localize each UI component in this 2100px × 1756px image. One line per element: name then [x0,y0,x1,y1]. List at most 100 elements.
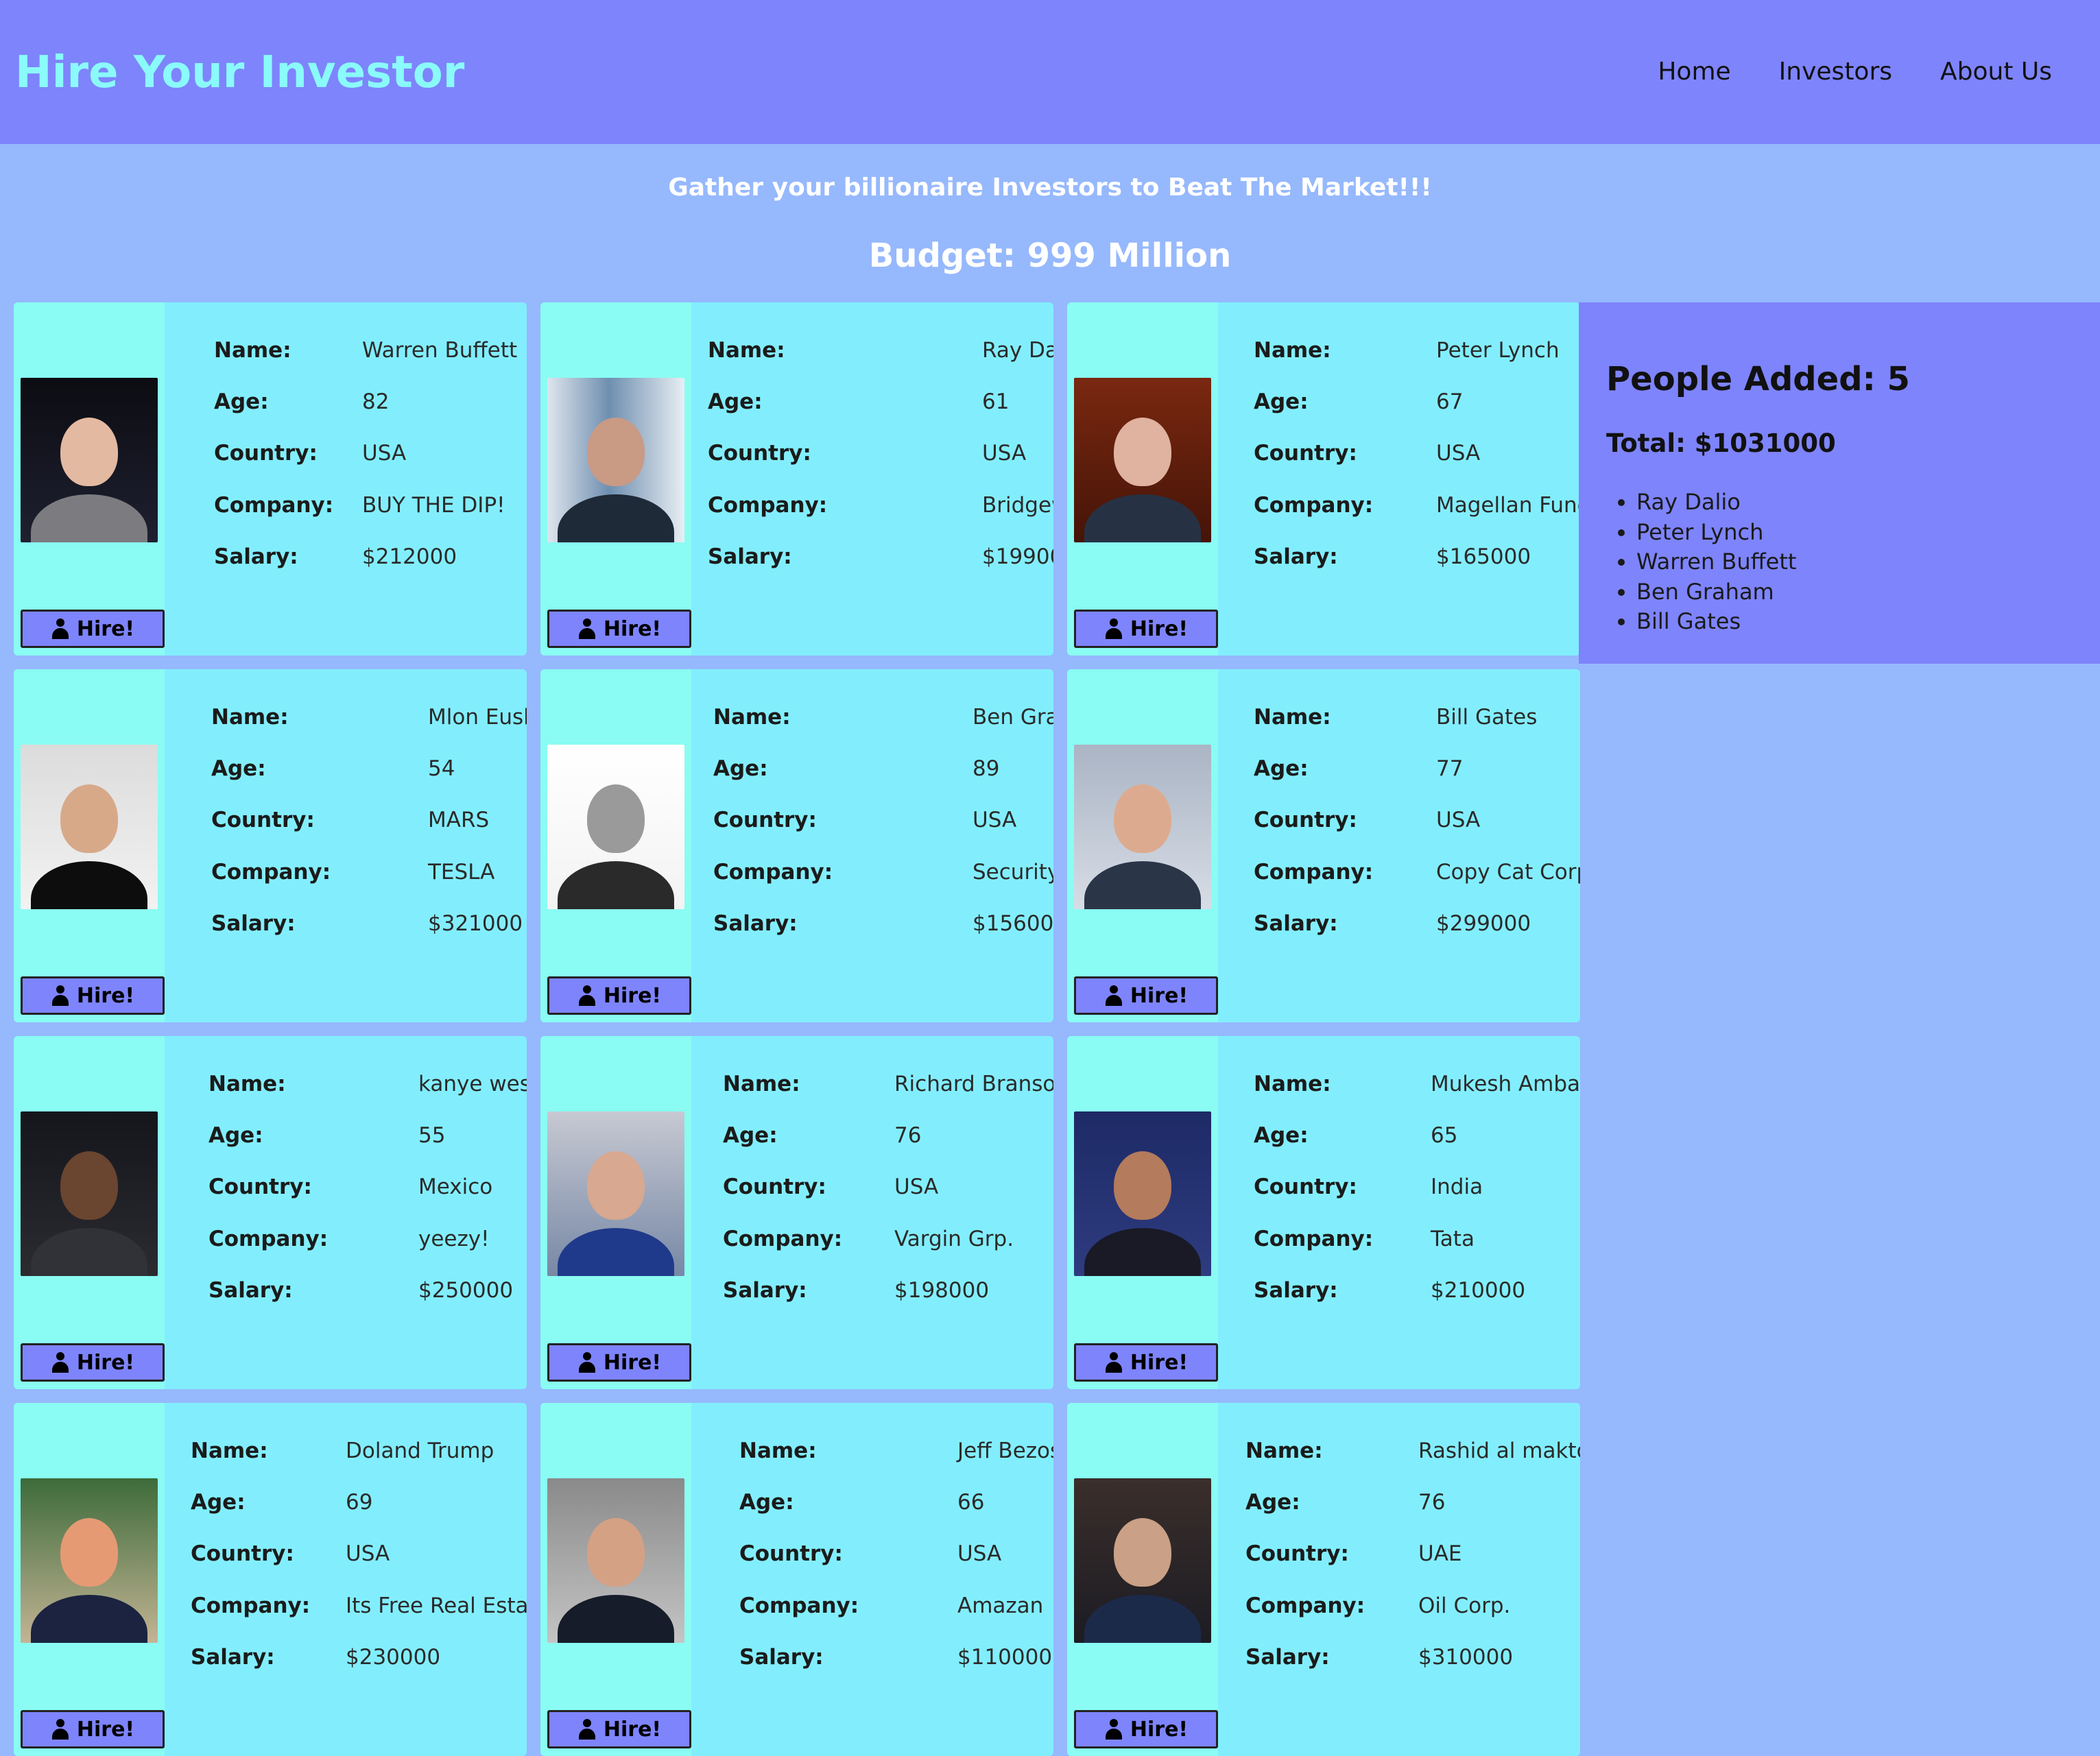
country-label: Country: [713,808,817,832]
hire-button[interactable]: Hire! [1074,610,1218,648]
name-value: Doland Trump [346,1439,494,1463]
name-label: Name: [713,705,791,730]
age-value: 67 [1436,389,1464,414]
salary-label: Salary: [713,911,798,936]
user-tie-icon [577,1352,597,1373]
hired-total-salary: Total: $1031000 [1606,429,1836,458]
investor-photo [21,745,158,909]
country-label: Country: [1254,808,1357,832]
country-label: Country: [191,1541,294,1566]
investor-photo-column [540,1036,691,1389]
name-value: Rashid al maktoum [1418,1439,1580,1463]
investor-card: Name: Doland Trump Age: 69 Country: USA Compan… [14,1403,527,1756]
country-label: Country: [214,441,318,466]
hire-button-label: Hire! [603,616,662,641]
investor-card: Name: Jeff Bezos Age: 66 Country: USA Company:… [540,1403,1053,1756]
company-value: Oil Corp. [1418,1593,1511,1618]
country-label: Country: [739,1541,843,1566]
investor-photo [1074,745,1211,909]
company-value: TESLA [428,860,495,885]
age-label: Age: [208,1123,263,1148]
hire-button[interactable]: Hire! [547,976,691,1015]
budget-heading: Budget: 999 Million [868,237,1232,275]
company-value: Vargin Grp. [894,1227,1014,1251]
investor-photo-column [1067,1403,1218,1756]
investor-photo [547,378,684,542]
age-value: 76 [1418,1490,1446,1515]
name-label: Name: [708,338,785,363]
name-label: Name: [723,1072,800,1096]
country-value: USA [346,1541,390,1566]
investor-photo [1074,1111,1211,1276]
age-label: Age: [739,1490,794,1515]
investor-card: Name: Ray Dalio Age: 61 Country: USA Company: B… [540,302,1053,656]
company-value: BUY THE DIP! [362,493,505,518]
salary-value: $165000 [1436,544,1531,569]
investor-photo [21,1111,158,1276]
hire-button[interactable]: Hire! [1074,1343,1218,1382]
user-tie-icon [51,1352,70,1373]
hire-button-label: Hire! [76,616,135,641]
investor-photo [547,1111,684,1276]
country-value: USA [973,808,1017,832]
hire-button[interactable]: Hire! [547,1710,691,1748]
company-value: Its Free Real Estate [346,1593,527,1618]
hire-button[interactable]: Hire! [547,610,691,648]
salary-value: $210000 [1431,1278,1526,1303]
investor-card: Name: Peter Lynch Age: 67 Country: USA Company… [1067,302,1580,656]
company-label: Company: [211,860,331,885]
investor-card: Name: Ben Graham Age: 89 Country: USA Company:… [540,669,1053,1022]
hire-button[interactable]: Hire! [1074,976,1218,1015]
user-tie-icon [1104,1719,1123,1740]
user-tie-icon [51,1719,70,1740]
company-label: Company: [208,1227,329,1251]
hire-button[interactable]: Hire! [21,1710,165,1748]
hire-button-label: Hire! [76,1717,135,1742]
salary-value: $299000 [1436,911,1531,936]
country-value: Mexico [418,1175,493,1199]
country-value: MARS [428,808,490,832]
name-value: Warren Buffett [362,338,518,363]
country-value: USA [894,1175,939,1199]
hire-button-label: Hire! [1130,1350,1189,1375]
salary-label: Salary: [1254,911,1338,936]
company-label: Company: [1254,493,1374,518]
salary-label: Salary: [739,1645,824,1670]
hire-button-label: Hire! [603,1717,662,1742]
hire-button[interactable]: Hire! [21,1343,165,1382]
country-value: USA [362,441,407,466]
hire-button-label: Hire! [603,983,662,1008]
salary-label: Salary: [211,911,296,936]
name-value: Jeff Bezos [957,1439,1053,1463]
investor-photo [1074,378,1211,542]
hired-person: Peter Lynch [1636,518,1796,548]
investor-photo [21,378,158,542]
nav-home[interactable]: Home [1658,55,1730,89]
company-label: Company: [708,493,828,518]
hire-button[interactable]: Hire! [1074,1710,1218,1748]
investor-photo-column [540,1403,691,1756]
salary-label: Salary: [214,544,298,569]
company-value: Amazan [957,1593,1044,1618]
investor-grid: Name: Warren Buffett Age: 82 Country: USA Comp… [14,302,1581,1756]
hire-button[interactable]: Hire! [21,976,165,1015]
company-label: Company: [739,1593,859,1618]
name-value: Mlon Eusk [428,705,527,730]
hire-button[interactable]: Hire! [547,1343,691,1382]
people-added-count: People Added: 5 [1606,360,1910,398]
age-value: 82 [362,389,390,414]
name-label: Name: [1254,1072,1331,1096]
nav-about-us[interactable]: About Us [1940,55,2052,89]
user-tie-icon [577,985,597,1006]
company-label: Company: [191,1593,311,1618]
hire-button[interactable]: Hire! [21,610,165,648]
age-label: Age: [1254,389,1309,414]
name-value: Peter Lynch [1436,338,1560,363]
investor-photo [547,1478,684,1643]
user-tie-icon [51,985,70,1006]
name-label: Name: [739,1439,817,1463]
nav-investors[interactable]: Investors [1779,55,1892,89]
country-label: Country: [723,1175,826,1199]
company-label: Company: [214,493,334,518]
site-brand[interactable]: Hire Your Investor [15,45,464,100]
